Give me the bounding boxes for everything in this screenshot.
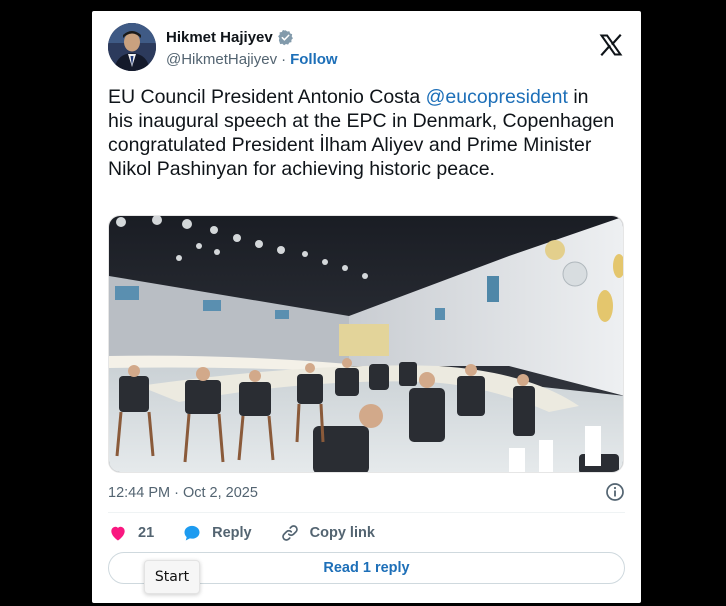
follow-button[interactable]: Follow xyxy=(290,51,338,68)
start-tooltip: Start xyxy=(144,560,200,594)
tweet-photo[interactable] xyxy=(108,215,624,473)
divider xyxy=(108,512,625,513)
like-button[interactable]: 21 xyxy=(108,523,154,543)
like-count: 21 xyxy=(138,525,155,541)
author-handle[interactable]: @HikmetHajiyev xyxy=(166,51,277,68)
reply-label: Reply xyxy=(212,525,252,541)
info-icon[interactable] xyxy=(605,482,625,502)
tweet-text-part-1: EU Council President Antonio Costa xyxy=(108,86,426,108)
reply-button[interactable]: Reply xyxy=(182,523,252,543)
x-logo-icon[interactable] xyxy=(599,33,623,57)
avatar[interactable] xyxy=(108,23,156,71)
verified-badge-icon xyxy=(277,29,294,46)
reply-bubble-icon xyxy=(184,525,200,541)
copy-link-label: Copy link xyxy=(309,525,375,541)
author-name[interactable]: Hikmet Hajiyev xyxy=(166,29,273,46)
tweet-text: EU Council President Antonio Costa @euco… xyxy=(108,85,618,181)
tweet-actions: 21 Reply Copy link xyxy=(108,523,403,543)
link-icon xyxy=(281,525,298,541)
tweet-embed-card: Hikmet Hajiyev @HikmetHajiyev · Follow E… xyxy=(92,11,641,603)
handle-separator: · xyxy=(281,51,287,68)
author-name-row: Hikmet Hajiyev xyxy=(166,29,294,46)
tweet-timestamp[interactable]: 12:44 PM · Oct 2, 2025 xyxy=(108,485,258,501)
heart-icon xyxy=(111,526,125,541)
copy-link-button[interactable]: Copy link xyxy=(280,523,375,543)
author-handle-row: @HikmetHajiyev · Follow xyxy=(166,51,338,68)
tweet-header: Hikmet Hajiyev @HikmetHajiyev · Follow xyxy=(108,23,625,71)
mention-link[interactable]: @eucopresident xyxy=(426,86,568,108)
